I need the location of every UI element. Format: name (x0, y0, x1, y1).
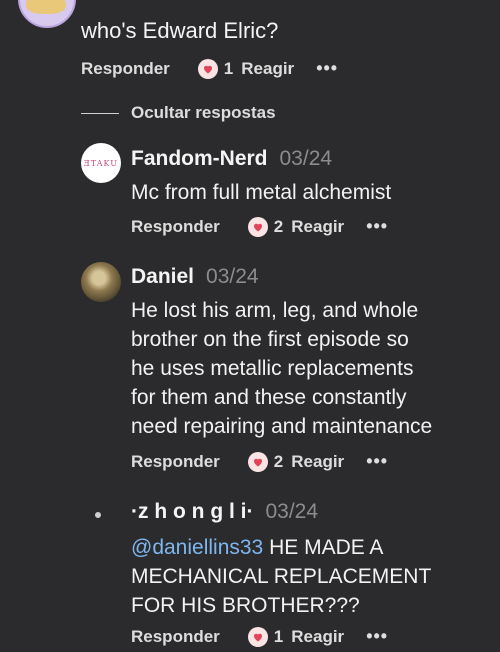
reply-text-line: he uses metallic replacements (131, 357, 414, 380)
reply-header: Daniel 03/24 (131, 265, 259, 289)
reply-text-line: need repairing and maintenance (131, 415, 433, 438)
reply-text: Mc from full metal alchemist (131, 178, 391, 207)
timestamp: 03/24 (279, 147, 333, 170)
heart-icon[interactable] (247, 451, 268, 472)
divider-line (81, 112, 119, 114)
reaction-count: 2 (273, 451, 284, 471)
reply-text-line: HE MADE A (263, 536, 384, 559)
avatar[interactable] (81, 262, 121, 302)
reply-text-line: for them and these constantly (131, 386, 407, 409)
timestamp: 03/24 (206, 265, 259, 288)
more-options-icon[interactable]: ••• (366, 626, 388, 647)
reply-text-line: Mc from full metal alchemist (131, 181, 392, 204)
comment-text: who's Edward Elric? (81, 18, 279, 43)
reply-button[interactable]: Responder (131, 217, 220, 237)
user-mention-link[interactable]: @daniellins33 (131, 536, 263, 559)
avatar-logo-text: ƎTAKU (84, 158, 118, 168)
reaction-count: 1 (223, 58, 234, 78)
reply-button[interactable]: Responder (81, 59, 170, 79)
reply-text-line: MECHANICAL REPLACEMENT (131, 565, 432, 588)
reply-actions: Responder 2 Reagir ••• (131, 216, 388, 237)
more-options-icon[interactable]: ••• (366, 216, 388, 237)
author-name[interactable]: Fandom-Nerd (131, 147, 268, 171)
heart-icon[interactable] (247, 216, 268, 237)
reply-text-line: FOR HIS BROTHER??? (131, 594, 360, 617)
hide-replies-label: Ocultar respostas (131, 103, 276, 122)
more-options-icon[interactable]: ••• (366, 451, 388, 472)
heart-icon[interactable] (197, 58, 218, 79)
reply-text-line: brother on the first episode so (131, 328, 409, 351)
reply-text: He lost his arm, leg, and whole brother o… (131, 296, 432, 441)
timestamp: 03/24 (265, 500, 319, 523)
author-name[interactable]: ·z h o n g l i· (131, 500, 253, 524)
avatar-hair-shape (26, 0, 66, 14)
reply-actions: Responder 1 Reagir ••• (131, 626, 388, 647)
avatar[interactable] (95, 512, 101, 518)
react-button[interactable]: Reagir (291, 217, 344, 237)
author-name[interactable]: Daniel (131, 265, 194, 289)
comments-thread: who's Edward Elric? Responder 1 Reagir •… (0, 0, 500, 652)
reply-text-line: He lost his arm, leg, and whole (131, 299, 419, 322)
reply-text: @daniellins33 HE MADE A MECHANICAL REPLAC… (131, 533, 431, 620)
reaction-count: 1 (273, 626, 284, 646)
comment-actions: Responder 1 Reagir ••• (81, 58, 338, 79)
avatar[interactable]: ƎTAKU (81, 143, 121, 183)
hide-replies-toggle[interactable]: Ocultar respostas (81, 103, 276, 123)
react-button[interactable]: Reagir (291, 452, 344, 472)
reaction-count: 2 (273, 216, 284, 236)
more-options-icon[interactable]: ••• (316, 58, 338, 79)
heart-icon[interactable] (247, 626, 268, 647)
reply-header: ·z h o n g l i· 03/24 (131, 500, 318, 524)
reply-button[interactable]: Responder (131, 452, 220, 472)
reply-button[interactable]: Responder (131, 627, 220, 647)
reply-actions: Responder 2 Reagir ••• (131, 451, 388, 472)
react-button[interactable]: Reagir (241, 59, 294, 79)
avatar[interactable] (18, 0, 76, 28)
react-button[interactable]: Reagir (291, 627, 344, 647)
reply-header: Fandom-Nerd 03/24 (131, 147, 332, 171)
